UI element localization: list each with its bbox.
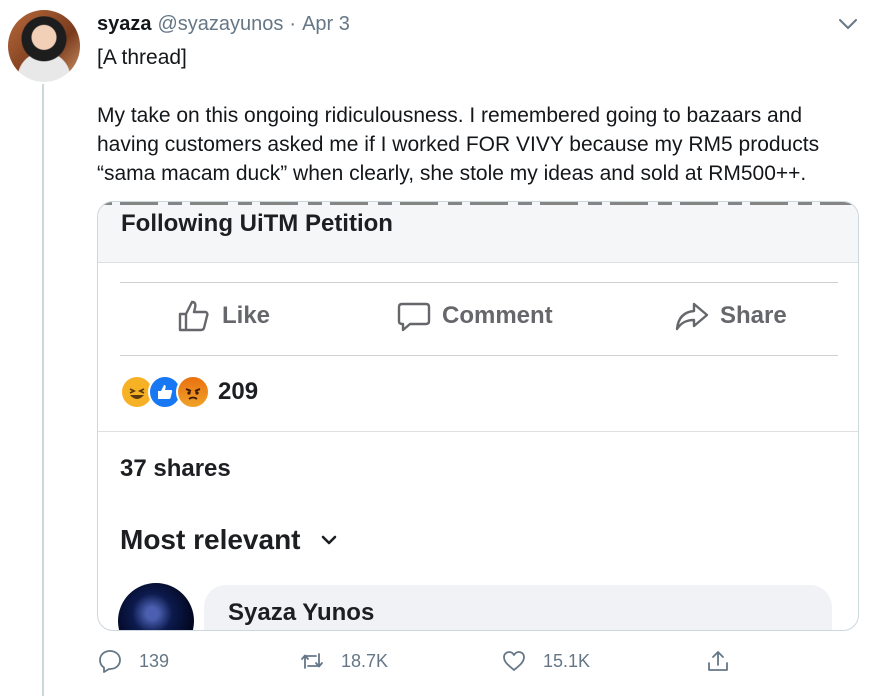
fb-share-label: Share: [720, 302, 787, 329]
retweet-button[interactable]: 18.7K: [299, 648, 388, 674]
thumbs-up-icon: [178, 300, 209, 332]
fb-post-header-strip: Following UiTM Petition: [98, 202, 858, 263]
tweet-header: syaza @syazayunos · Apr 3: [97, 10, 350, 38]
cropped-text-fragment: [98, 202, 858, 205]
fb-sort-label: Most relevant: [120, 524, 301, 555]
share-arrow-icon: [675, 302, 709, 331]
reply-count: 139: [139, 650, 170, 671]
tweet-text: [A thread] My take on this ongoing ridic…: [97, 46, 820, 185]
attached-screenshot-card[interactable]: Following UiTM Petition Like Comment Sha…: [97, 201, 859, 631]
author-avatar[interactable]: [8, 10, 80, 82]
chevron-down-icon: [321, 535, 336, 545]
author-display-name[interactable]: syaza: [97, 13, 152, 36]
fb-section-divider: [98, 431, 858, 432]
like-count: 15.1K: [543, 650, 591, 671]
fb-share-count: 37 shares: [120, 455, 231, 482]
fb-divider-top: [120, 282, 838, 283]
commenter-name: Syaza Yunos: [228, 599, 375, 626]
fb-reactions: 209: [120, 375, 258, 409]
author-handle[interactable]: @syazayunos: [158, 13, 284, 36]
thread-connector-line: [42, 84, 44, 696]
fb-comment-button: Comment: [396, 298, 553, 334]
fb-reaction-count: 209: [218, 378, 259, 405]
heart-icon: [503, 651, 525, 671]
reply-icon: [99, 650, 121, 673]
comment-bubble-icon: [397, 302, 431, 332]
commenter-avatar: [118, 583, 194, 630]
fb-share-button: Share: [674, 298, 787, 334]
tweet-action-bar: 139 18.7K 15.1K: [97, 648, 857, 676]
retweet-icon: [301, 653, 323, 669]
fb-comment-sort: Most relevant: [120, 524, 339, 556]
fb-comment-label: Comment: [442, 302, 553, 329]
fb-divider-bottom: [120, 355, 838, 356]
like-button[interactable]: 15.1K: [501, 648, 590, 674]
header-separator: ·: [289, 12, 297, 35]
upload-share-icon: [708, 651, 728, 671]
share-tweet-button[interactable]: [705, 648, 747, 674]
fb-like-label: Like: [222, 302, 271, 329]
reply-button[interactable]: 139: [97, 648, 169, 674]
tweet-date[interactable]: Apr 3: [302, 13, 350, 36]
fb-like-button: Like: [176, 298, 270, 334]
retweet-count: 18.7K: [341, 650, 389, 671]
angry-icon: [176, 375, 210, 409]
fb-post-title: Following UiTM Petition: [121, 210, 393, 237]
chevron-down-icon[interactable]: [836, 12, 860, 36]
